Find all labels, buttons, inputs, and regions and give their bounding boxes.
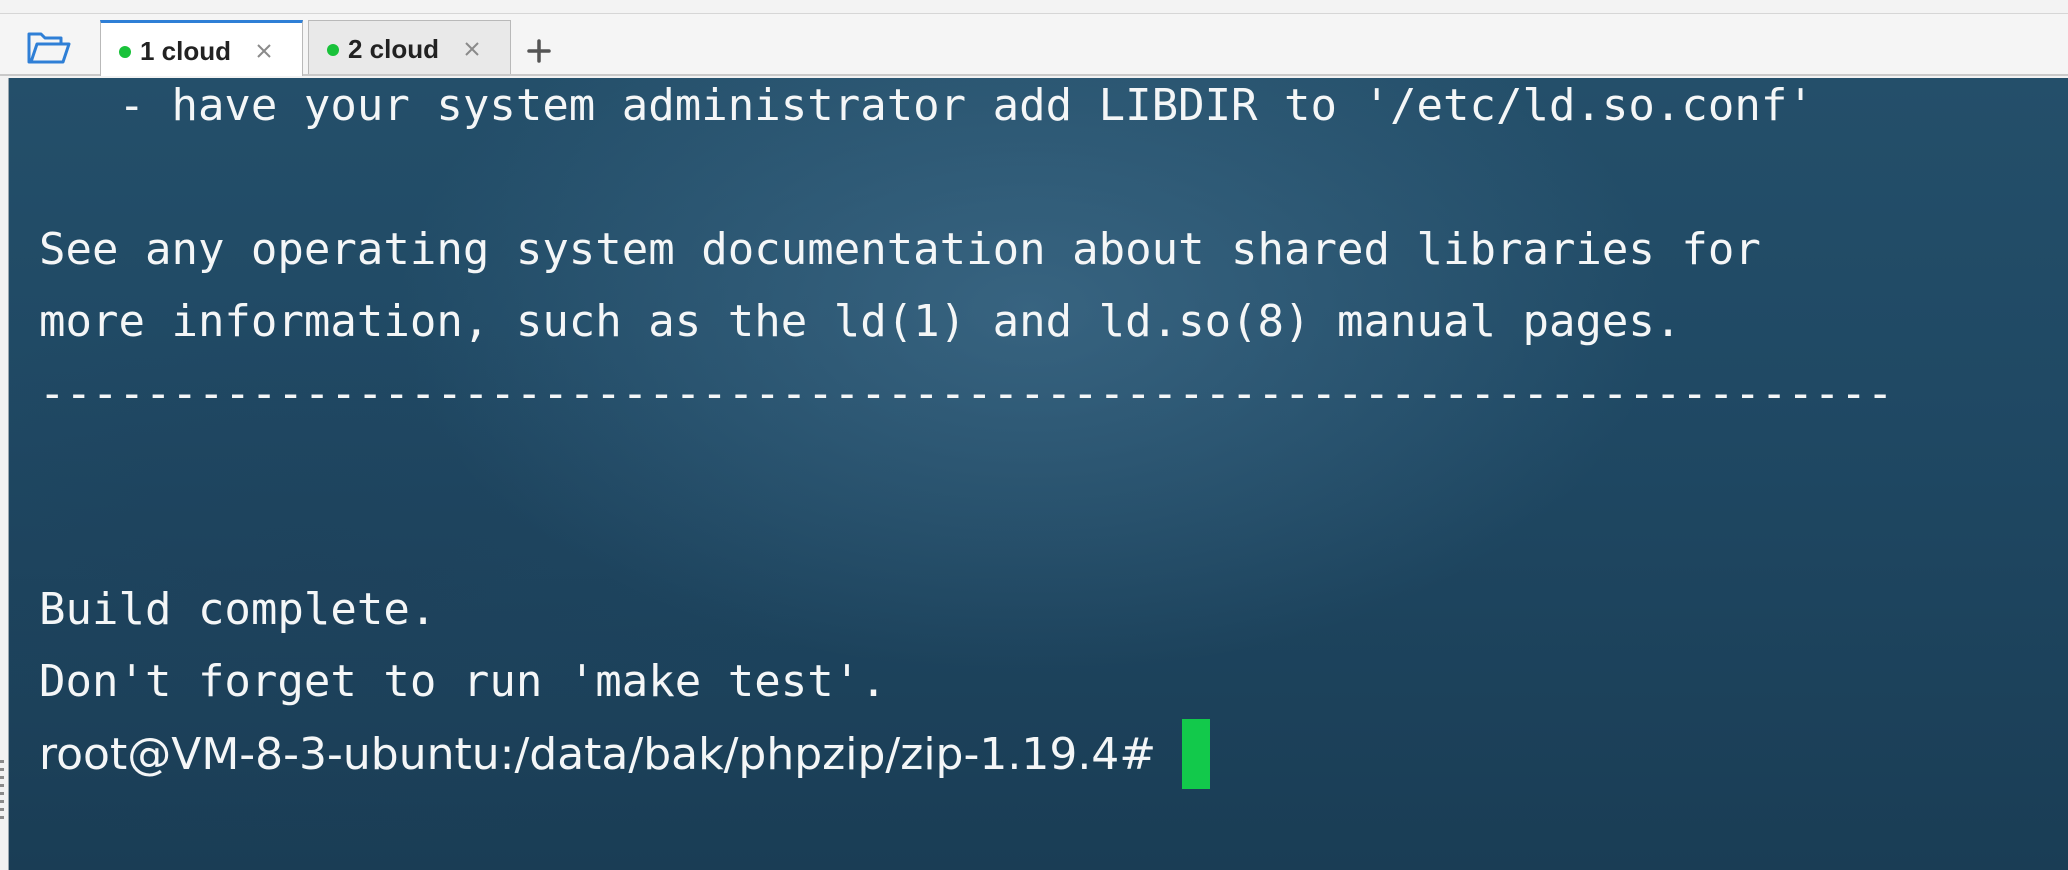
terminal-area[interactable]: - have your system administrator add LIB… <box>8 78 2068 870</box>
terminal-cursor <box>1182 719 1211 789</box>
tab-2-cloud[interactable]: 2 cloud <box>308 20 511 74</box>
session-tab-bar: 1 cloud 2 cloud <box>0 14 2068 76</box>
terminal-line: See any operating system documentation a… <box>39 224 1761 275</box>
connected-status-dot <box>119 45 131 58</box>
terminal-separator-line: ----------------------------------------… <box>39 368 1894 419</box>
terminal-line: - have your system administrator add LIB… <box>39 80 1814 131</box>
terminal-line: Build complete. <box>39 584 437 635</box>
plus-icon[interactable] <box>524 36 554 66</box>
resize-grip[interactable] <box>0 760 4 820</box>
terminal-line: more information, such as the ld(1) and … <box>39 296 1682 347</box>
tab-label: 1 cloud <box>140 35 232 66</box>
ssh-client-window: 1 cloud 2 cloud - have your system admin… <box>0 0 2068 870</box>
shell-prompt: root@VM-8-3-ubuntu:/data/bak/phpzip/zip-… <box>39 728 1157 780</box>
terminal-line: Don't forget to run 'make test'. <box>39 656 887 707</box>
close-icon[interactable] <box>255 42 273 60</box>
tab-1-cloud[interactable]: 1 cloud <box>100 20 303 76</box>
prompt-row[interactable]: root@VM-8-3-ubuntu:/data/bak/phpzip/zip-… <box>39 718 1211 790</box>
close-icon[interactable] <box>463 40 481 58</box>
window-top-strip <box>0 0 2068 14</box>
connected-status-dot <box>327 43 339 56</box>
folder-open-icon[interactable] <box>26 30 72 66</box>
tab-label: 2 cloud <box>348 33 440 64</box>
